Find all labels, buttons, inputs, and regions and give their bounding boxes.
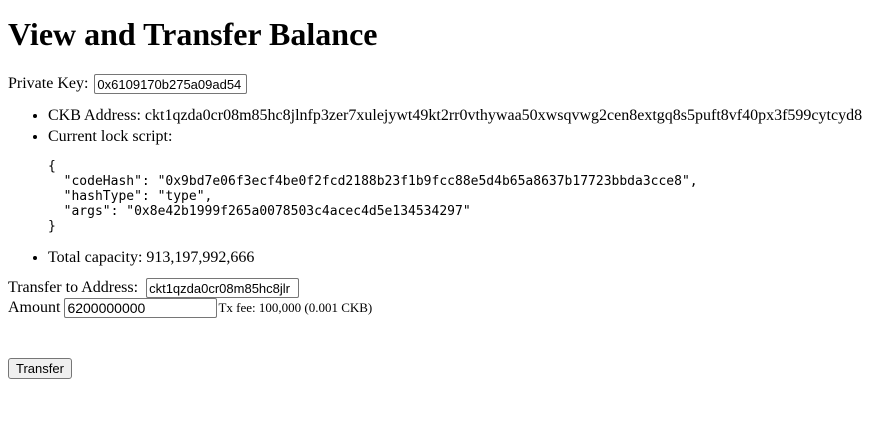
private-key-label: Private Key: (8, 75, 89, 92)
transfer-button[interactable]: Transfer (8, 358, 72, 379)
list-item-total-capacity: Total capacity: 913,197,992,666 (48, 247, 864, 268)
amount-label: Amount (8, 299, 61, 316)
list-item-ckb-address: CKB Address: ckt1qzda0cr08m85hc8jlnfp3ze… (48, 105, 864, 126)
amount-input[interactable] (64, 298, 218, 318)
lock-script-label: Current lock script: (48, 128, 173, 145)
transfer-to-address-input[interactable] (146, 278, 300, 298)
page-title: View and Transfer Balance (8, 16, 378, 52)
lock-script-json: { "codeHash": "0x9bd7e06f3ecf4be0f2fcd21… (48, 159, 698, 234)
page: View and Transfer Balance Private Key: C… (0, 0, 872, 379)
transfer-to-row: Transfer to Address: (8, 277, 864, 299)
private-key-row: Private Key: (8, 73, 864, 95)
total-capacity-value: 913,197,992,666 (146, 249, 255, 266)
amount-row: Amount Tx fee: 100,000 (0.001 CKB) (8, 297, 864, 319)
tx-fee-text: Tx fee: 100,000 (0.001 CKB) (218, 300, 373, 315)
private-key-input[interactable] (94, 74, 248, 94)
total-capacity-label: Total capacity: (48, 249, 143, 266)
ckb-address-label: CKB Address: (48, 107, 141, 124)
ckb-address-value: ckt1qzda0cr08m85hc8jlnfp3zer7xulejywt49k… (144, 107, 863, 124)
account-info-list: CKB Address: ckt1qzda0cr08m85hc8jlnfp3ze… (8, 105, 864, 268)
transfer-to-label: Transfer to Address: (8, 279, 139, 296)
list-item-lock-script: Current lock script: { "codeHash": "0x9b… (48, 126, 864, 234)
